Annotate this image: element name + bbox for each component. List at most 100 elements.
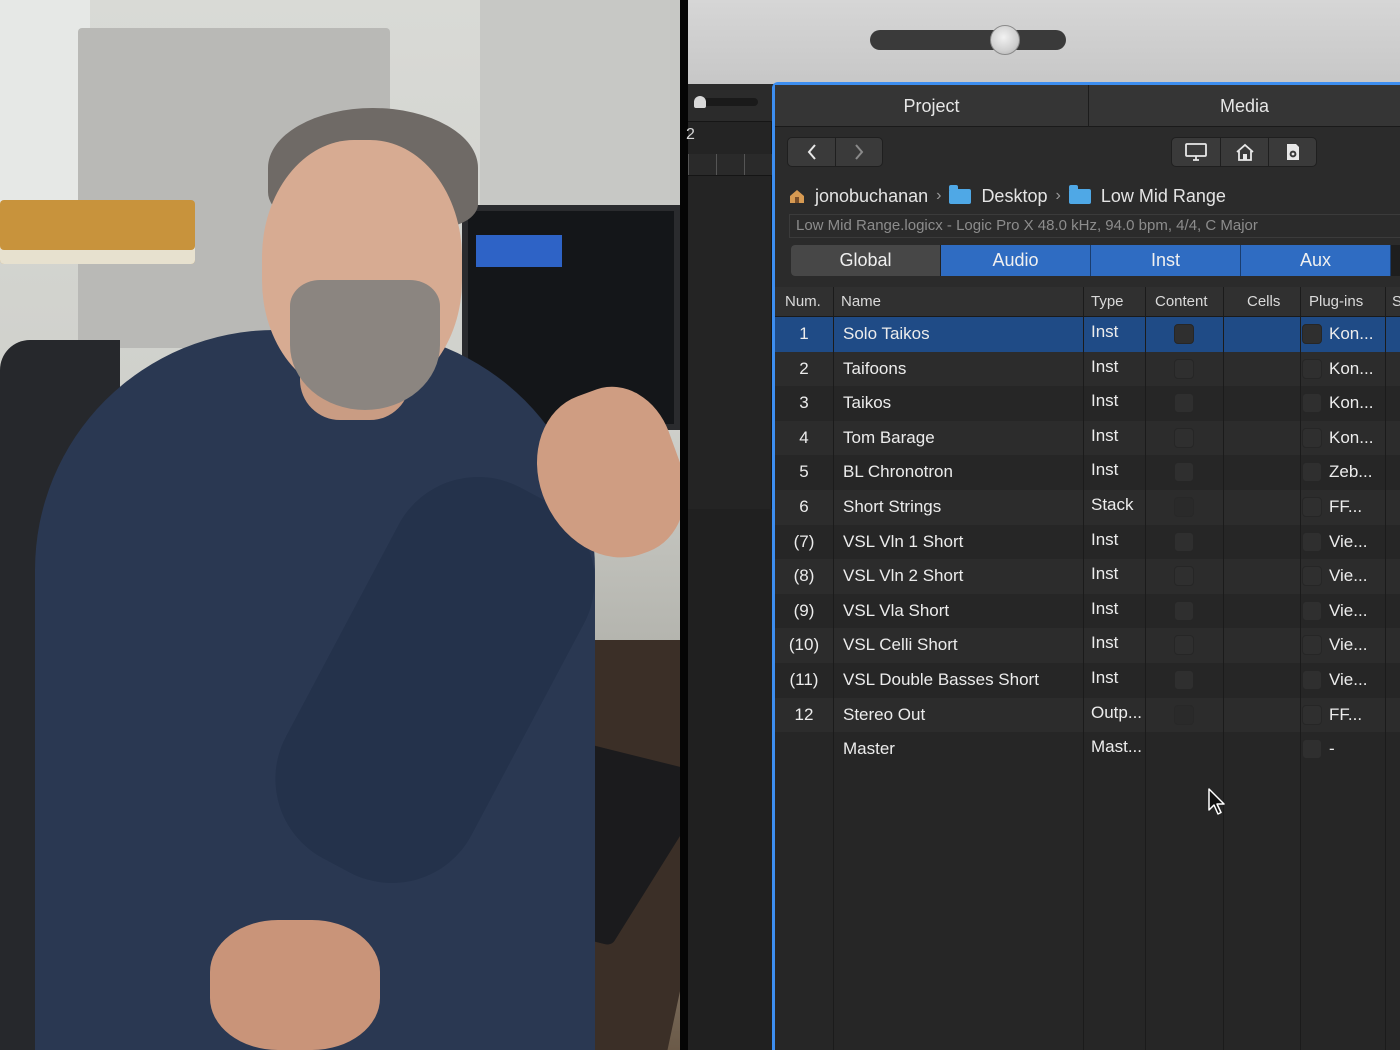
breadcrumb-item-home[interactable]: jonobuchanan [815, 186, 928, 207]
video-window [0, 0, 90, 210]
table-row[interactable]: 2 Taifoons Inst Kon... [775, 351, 1400, 387]
track-type-cell: Inst [1091, 529, 1119, 549]
tracks-zoom-bar [688, 84, 772, 122]
track-type-cell: Inst [1091, 564, 1119, 584]
computer-button[interactable] [1172, 138, 1220, 166]
plugins-checkbox[interactable] [1302, 531, 1322, 552]
track-type-cell: Inst [1091, 356, 1119, 376]
ruler[interactable] [688, 154, 772, 176]
table-row[interactable]: 3 Taikos Inst Kon... [775, 386, 1400, 421]
track-name-cell: BL Chronotron [843, 462, 953, 482]
content-checkbox[interactable] [1174, 635, 1194, 656]
table-row[interactable]: (9) VSL Vla Short Inst Vie... [775, 594, 1400, 629]
track-number-cell: (9) [793, 600, 815, 620]
project-browser: Project Media jonobuchanan › Desktop › L… [772, 82, 1400, 1050]
plugins-checkbox[interactable] [1302, 427, 1322, 448]
forward-button[interactable] [835, 138, 882, 166]
table-row[interactable]: (7) VSL Vln 1 Short Inst Vie... [775, 525, 1400, 560]
column-divider [1300, 287, 1301, 1050]
presenter-video [0, 0, 680, 1050]
table-row[interactable]: 12 Stereo Out Outp... FF... [775, 697, 1400, 733]
plugins-checkbox[interactable] [1302, 462, 1322, 483]
column-extra[interactable]: S [1392, 287, 1400, 317]
zoom-slider-knob[interactable] [990, 25, 1020, 55]
mouse-cursor-icon [1208, 788, 1225, 815]
content-checkbox[interactable] [1174, 704, 1194, 725]
table-row[interactable]: (10) VSL Celli Short Inst Vie... [775, 628, 1400, 663]
table-row[interactable]: 4 Tom Barage Inst Kon... [775, 420, 1400, 456]
plugins-checkbox[interactable] [1302, 600, 1322, 621]
content-checkbox[interactable] [1174, 427, 1194, 448]
screen: 2 Project Media jonobuchanan › Desktop ›… [0, 0, 1400, 1050]
track-number-cell: 6 [799, 497, 809, 516]
filter-global[interactable]: Global [791, 245, 941, 276]
plugins-checkbox[interactable] [1302, 670, 1322, 690]
filter-audio[interactable]: Audio [941, 245, 1091, 276]
plugins-checkbox[interactable] [1302, 704, 1322, 725]
column-num[interactable]: Num. [785, 287, 821, 317]
column-plugins[interactable]: Plug-ins [1309, 287, 1363, 317]
content-checkbox[interactable] [1174, 497, 1194, 517]
location-buttons [1171, 137, 1317, 167]
plugin-cell: Vie... [1329, 566, 1368, 586]
plugin-cell: FF... [1329, 704, 1363, 724]
breadcrumb-item-desktop[interactable]: Desktop [981, 186, 1047, 207]
plugin-cell: Vie... [1329, 670, 1368, 689]
plugins-checkbox[interactable] [1302, 497, 1322, 517]
logic-pro-window: 2 Project Media jonobuchanan › Desktop ›… [686, 0, 1400, 1050]
track-name-cell: VSL Double Basses Short [843, 670, 1039, 689]
table-row[interactable]: (11) VSL Double Basses Short Inst Vie... [775, 663, 1400, 698]
plugins-checkbox[interactable] [1302, 393, 1322, 414]
back-button[interactable] [788, 138, 835, 166]
column-content[interactable]: Content [1155, 287, 1208, 317]
track-type-cell: Outp... [1091, 702, 1143, 722]
plugins-checkbox[interactable] [1302, 324, 1322, 344]
plugins-checkbox[interactable] [1302, 635, 1322, 656]
track-number-cell: (11) [789, 670, 819, 689]
vertical-zoom-knob[interactable] [694, 96, 706, 108]
column-name[interactable]: Name [841, 287, 881, 317]
breadcrumb-item-project[interactable]: Low Mid Range [1101, 186, 1226, 207]
plugin-cell: Kon... [1329, 427, 1374, 447]
track-number-cell: 2 [799, 358, 809, 378]
content-checkbox[interactable] [1174, 393, 1194, 414]
zoom-slider-track[interactable] [870, 30, 1066, 50]
track-number-cell: (8) [793, 566, 815, 586]
content-checkbox[interactable] [1174, 358, 1194, 379]
table-row[interactable]: 6 Short Strings Stack FF... [775, 490, 1400, 525]
track-type-cell: Inst [1091, 633, 1119, 653]
track-number-cell: 1 [799, 324, 809, 343]
track-name-cell: Stereo Out [843, 704, 926, 724]
track-type-cell: Stack [1091, 495, 1134, 514]
content-checkbox[interactable] [1174, 600, 1194, 621]
tab-project[interactable]: Project [775, 85, 1089, 127]
toolbar-area [688, 0, 1400, 84]
content-checkbox[interactable] [1174, 531, 1194, 552]
content-checkbox[interactable] [1174, 324, 1194, 344]
tab-media[interactable]: Media [1089, 85, 1400, 127]
filter-inst[interactable]: Inst [1091, 245, 1241, 276]
home-button[interactable] [1220, 138, 1268, 166]
video-acoustic-panel-2 [480, 0, 680, 230]
table-row[interactable]: Master Mast... - [775, 732, 1400, 767]
table-row[interactable]: 1 Solo Taikos Inst Kon... [775, 317, 1400, 352]
content-checkbox[interactable] [1174, 462, 1194, 483]
monitor-icon [1185, 143, 1207, 161]
filter-aux[interactable]: Aux [1241, 245, 1391, 276]
track-number-cell [775, 732, 833, 767]
plugins-checkbox[interactable] [1302, 358, 1322, 379]
table-row[interactable]: (8) VSL Vln 2 Short Inst Vie... [775, 559, 1400, 594]
column-type[interactable]: Type [1091, 287, 1124, 317]
breadcrumb-separator: › [936, 187, 942, 204]
project-info: Low Mid Range.logicx - Logic Pro X 48.0 … [789, 214, 1400, 238]
project-button[interactable] [1268, 138, 1316, 166]
plugins-checkbox[interactable] [1302, 739, 1322, 760]
column-cells[interactable]: Cells [1247, 287, 1280, 317]
content-checkbox[interactable] [1174, 566, 1194, 587]
plugins-checkbox[interactable] [1302, 566, 1322, 587]
track-type-cell: Mast... [1091, 737, 1143, 757]
content-checkbox[interactable] [1174, 670, 1194, 690]
plugin-cell: Kon... [1329, 358, 1374, 378]
table-row[interactable]: 5 BL Chronotron Inst Zeb... [775, 455, 1400, 490]
track-number-cell: (10) [788, 635, 820, 655]
